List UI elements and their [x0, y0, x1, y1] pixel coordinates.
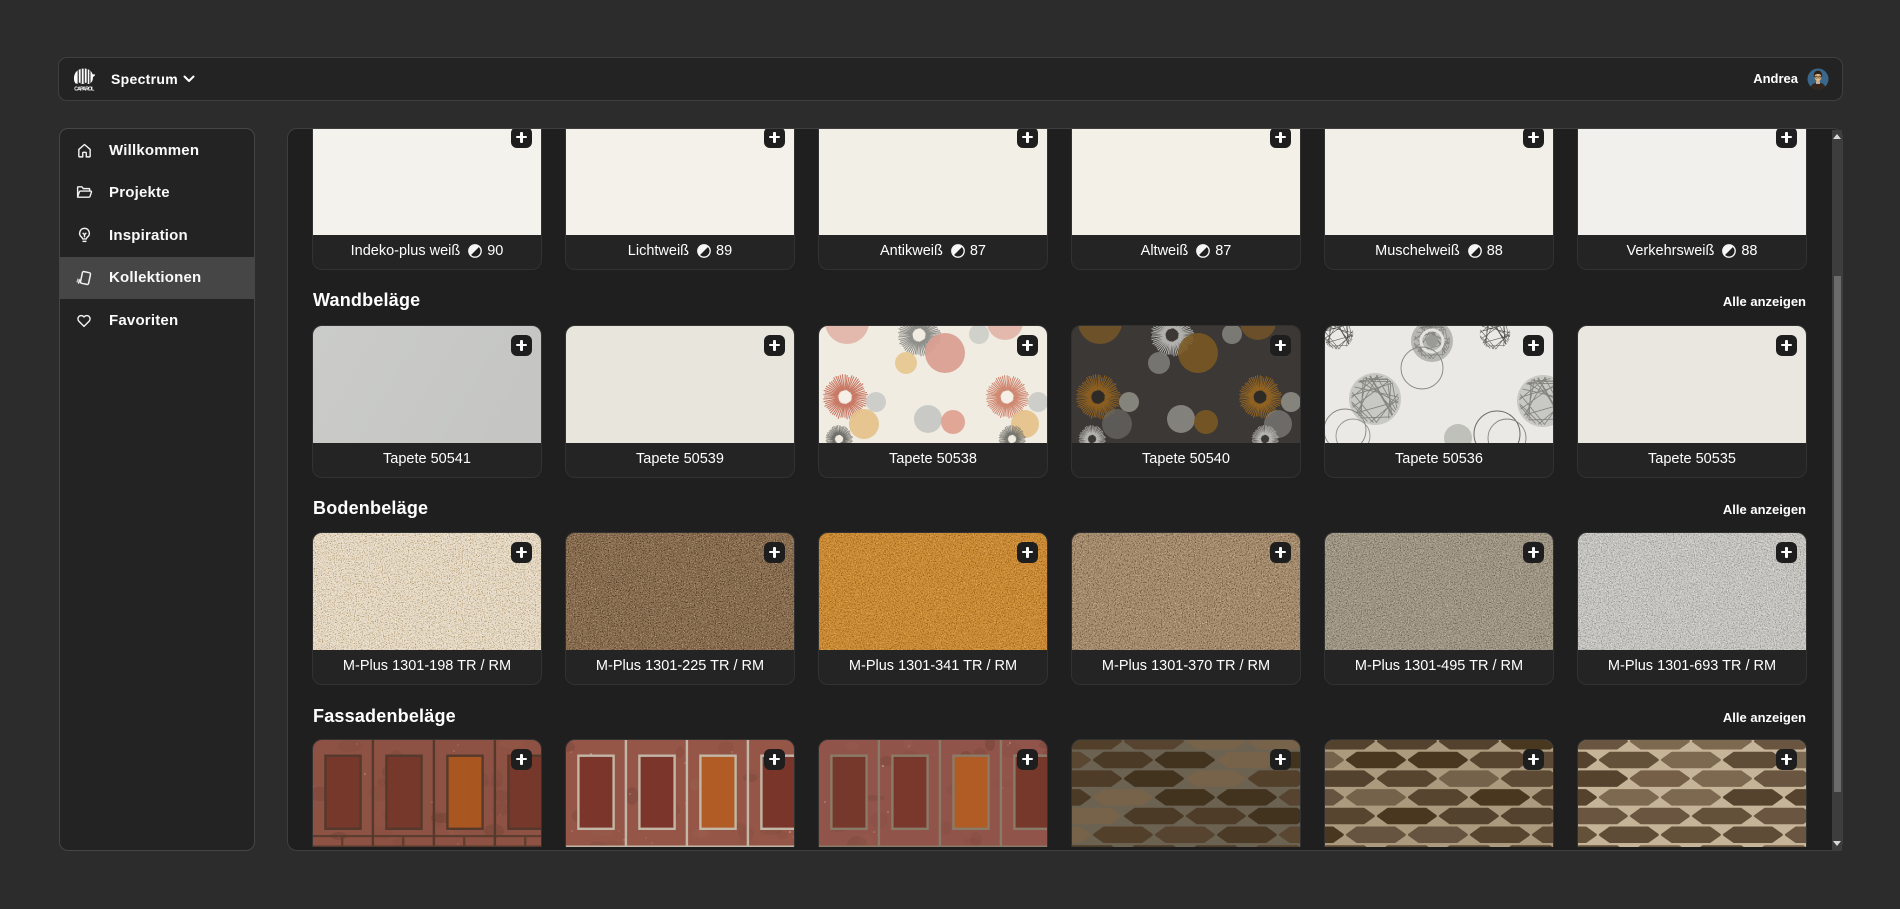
svg-text:CAPAROL: CAPAROL — [74, 86, 94, 92]
